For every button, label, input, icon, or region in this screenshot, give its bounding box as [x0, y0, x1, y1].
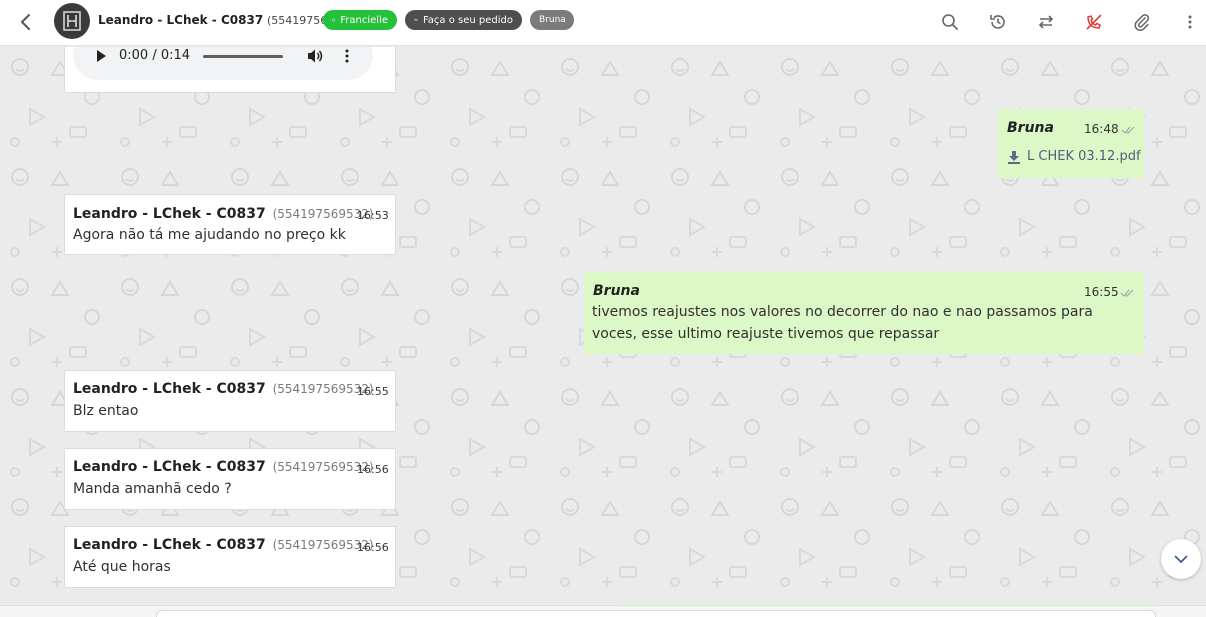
tag-pedido[interactable]: Faça o seu pedido [405, 10, 522, 30]
outgoing-message: Bruna 16:48 L CHEK 03.12.pdf [998, 109, 1144, 178]
more-icon [1188, 15, 1192, 29]
search-button[interactable] [938, 10, 962, 34]
end-call-button[interactable] [1082, 10, 1106, 34]
message-time: 16:55 [1084, 285, 1119, 299]
sender-name: Leandro - LChek - C0837 [73, 206, 266, 222]
message-text: Até que horas [73, 559, 171, 575]
sitemap-icon [414, 18, 418, 21]
message-sender: Bruna [593, 283, 640, 299]
back-icon [21, 14, 30, 30]
message-time: 16:55 [357, 385, 389, 398]
tag-bruna[interactable]: Bruna [530, 10, 574, 30]
tag-francielle[interactable]: Francielle [323, 10, 397, 30]
logo-icon [63, 11, 81, 31]
message-sender: Leandro - LChek - C0837 (554197569532) [73, 459, 374, 475]
message-text: tivemos reajustes nos valores no decorre… [592, 304, 1093, 342]
audio-progress[interactable] [203, 55, 283, 58]
double-check-icon [1120, 289, 1134, 297]
history-button[interactable] [986, 10, 1010, 34]
audio-player: 0:00 / 0:14 [73, 47, 373, 80]
search-icon [942, 14, 958, 30]
attachment-name: L CHEK 03.12.pdf [1027, 149, 1141, 164]
whatsapp-icon [332, 18, 336, 22]
sender-name: Leandro - LChek - C0837 [73, 537, 266, 553]
message-time: 16:56 [357, 463, 389, 476]
play-icon[interactable] [95, 49, 107, 63]
message-input[interactable] [156, 610, 1156, 617]
double-check-icon [1121, 126, 1135, 134]
audio-message: 0:00 / 0:14 [64, 47, 396, 93]
message-sender: Leandro - LChek - C0837 (554197569532) [73, 206, 374, 222]
message-text: Agora não tá me ajudando no preço kk [73, 227, 346, 243]
incoming-message: Leandro - LChek - C0837 (554197569532) 1… [64, 370, 396, 432]
attach-icon [1134, 14, 1150, 31]
chat-area[interactable]: 0:00 / 0:14 Bruna 16:48 L CHEK 03.12.pdf… [0, 47, 1206, 605]
end-call-icon [1086, 14, 1102, 30]
history-icon [990, 15, 1005, 29]
back-button[interactable] [14, 10, 38, 34]
message-time: 16:53 [357, 209, 389, 222]
sender-name: Leandro - LChek - C0837 [73, 381, 266, 397]
tag-label: Francielle [340, 14, 388, 26]
sender-name: Leandro - LChek - C0837 [73, 459, 266, 475]
transfer-icon [1038, 15, 1054, 29]
pdf-attachment[interactable]: L CHEK 03.12.pdf [1007, 149, 1141, 164]
message-text: Manda amanhã cedo ? [73, 481, 232, 497]
scroll-down-button[interactable] [1161, 539, 1201, 579]
message-text: Blz entao [73, 403, 139, 419]
message-time: 16:56 [357, 541, 389, 554]
message-sender: Bruna [1007, 120, 1054, 136]
tag-label: Faça o seu pedido [422, 14, 513, 26]
message-sender: Leandro - LChek - C0837 (554197569532) [73, 537, 374, 553]
download-icon [1008, 150, 1020, 164]
audio-more-icon[interactable] [345, 48, 349, 64]
more-button[interactable] [1178, 10, 1202, 34]
incoming-message: Leandro - LChek - C0837 (554197569532) 1… [64, 448, 396, 510]
contact-title: Leandro - LChek - C0837 (554197569532) [98, 13, 360, 27]
transfer-button[interactable] [1034, 10, 1058, 34]
incoming-message: Leandro - LChek - C0837 (554197569532) 1… [64, 194, 396, 255]
audio-time: 0:00 / 0:14 [119, 48, 191, 63]
avatar[interactable] [54, 3, 90, 39]
incoming-message: Leandro - LChek - C0837 (554197569532) 1… [64, 526, 396, 588]
chevron-down-icon [1174, 555, 1188, 563]
message-sender: Leandro - LChek - C0837 (554197569532) [73, 381, 374, 397]
contact-name: Leandro - LChek - C0837 [98, 13, 264, 27]
outgoing-message: Bruna 16:55 tivemos reajustes nos valore… [584, 272, 1144, 354]
tag-label: Bruna [539, 15, 566, 25]
chat-header: Leandro - LChek - C0837 (554197569532) F… [0, 0, 1206, 46]
volume-icon[interactable] [307, 48, 323, 64]
message-time: 16:48 [1084, 122, 1119, 136]
attach-button[interactable] [1130, 10, 1154, 34]
